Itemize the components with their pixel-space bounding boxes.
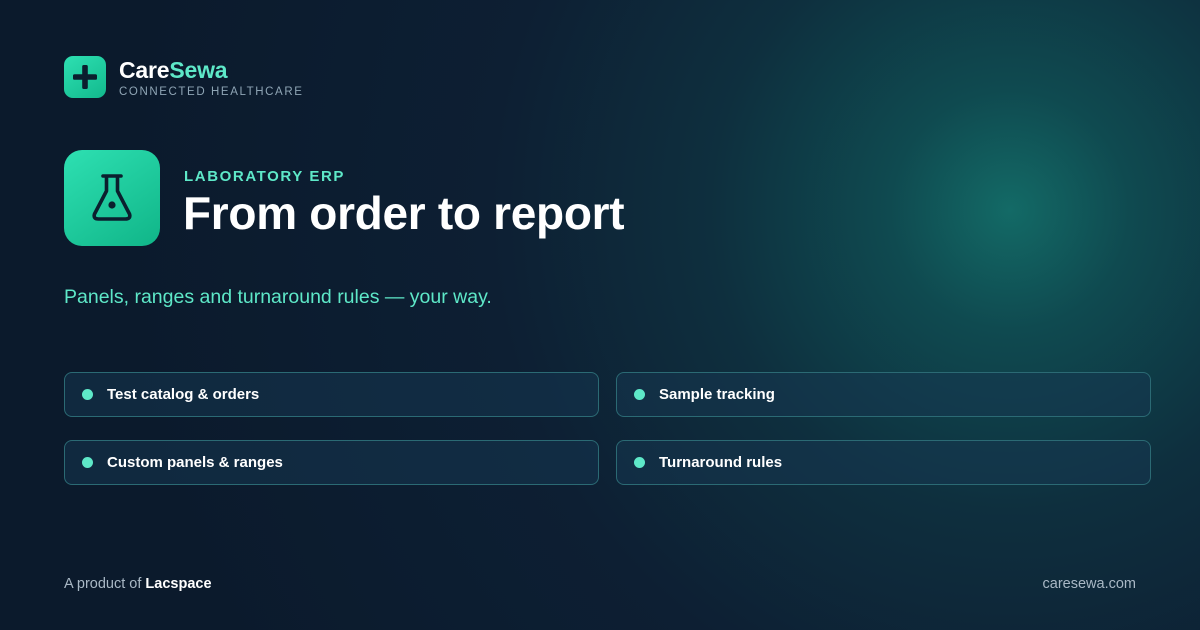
- plus-icon: [64, 56, 106, 98]
- eyebrow-label: LABORATORY ERP: [184, 168, 346, 185]
- flask-icon: [64, 150, 160, 246]
- feature-label: Sample tracking: [659, 386, 775, 403]
- feature-label: Turnaround rules: [659, 454, 783, 471]
- footer-prefix: A product of: [64, 576, 146, 592]
- bullet-dot-icon: [634, 389, 645, 400]
- brand: CareSewa CONNECTED HEALTHCARE: [64, 56, 304, 98]
- bullet-dot-icon: [82, 457, 93, 468]
- subtitle: Panels, ranges and turnaround rules — yo…: [64, 286, 492, 308]
- brand-name: CareSewa: [119, 57, 304, 83]
- feature-label: Custom panels & ranges: [107, 454, 283, 471]
- feature-card-test-catalog: Test catalog & orders: [64, 372, 599, 417]
- company-name: Lacspace: [145, 576, 212, 592]
- footer-credit: A product of Lacspace: [64, 576, 212, 592]
- feature-label: Test catalog & orders: [107, 386, 260, 403]
- brand-name-care: Care: [119, 56, 170, 83]
- feature-card-custom-panels: Custom panels & ranges: [64, 440, 599, 485]
- brand-text: CareSewa CONNECTED HEALTHCARE: [119, 57, 304, 98]
- feature-card-sample-tracking: Sample tracking: [616, 372, 1151, 417]
- bullet-dot-icon: [82, 389, 93, 400]
- brand-tagline: CONNECTED HEALTHCARE: [119, 85, 304, 98]
- feature-card-turnaround-rules: Turnaround rules: [616, 440, 1151, 485]
- brand-name-sewa: Sewa: [169, 56, 228, 83]
- bullet-dot-icon: [634, 457, 645, 468]
- page-title: From order to report: [183, 187, 625, 239]
- website-url: caresewa.com: [1042, 576, 1136, 592]
